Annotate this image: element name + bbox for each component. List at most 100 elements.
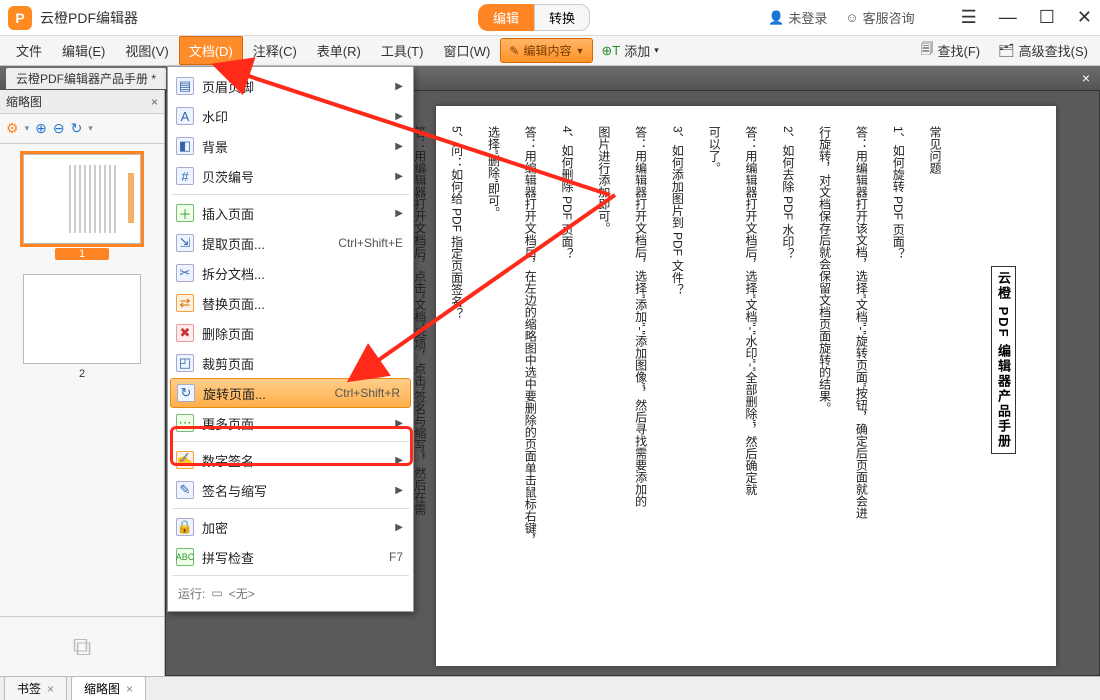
digital-sign-icon: ✍ bbox=[176, 451, 194, 469]
menu-sign-abbrev[interactable]: ✎签名与缩写▶ bbox=[168, 475, 413, 505]
user-icon: 👤 bbox=[768, 10, 784, 26]
menu-digital-sign[interactable]: ✍数字签名▶ bbox=[168, 445, 413, 475]
zoom-in-icon[interactable]: ⊕ bbox=[35, 120, 47, 137]
toolbar-right: 🗐查找(F) 🗂高级查找(S) bbox=[915, 37, 1094, 65]
more-pages-icon: ⋯ bbox=[176, 414, 194, 432]
menu-watermark[interactable]: A水印▶ bbox=[168, 101, 413, 131]
add-label: 添加 bbox=[624, 41, 650, 60]
chevron-right-icon: ▶ bbox=[395, 485, 403, 496]
login-link[interactable]: 👤未登录 bbox=[768, 8, 827, 27]
menu-extract-page[interactable]: ⇲提取页面...Ctrl+Shift+E bbox=[168, 228, 413, 258]
close-button[interactable]: ✕ bbox=[1077, 7, 1092, 28]
find-button[interactable]: 🗐查找(F) bbox=[915, 37, 987, 65]
document-tab-label: 云橙PDF编辑器产品手册 * bbox=[16, 70, 156, 87]
page-body: 常见问题 1、如何旋转 PDF 页面？ 答：用编辑器打开该文档，选择"文档"-"旋转… bbox=[466, 126, 946, 646]
menu-more-pages[interactable]: ⋯更多页面▶ bbox=[168, 408, 413, 438]
add-button[interactable]: ⊕T 添加 ▾ bbox=[593, 38, 666, 63]
shortcut: F7 bbox=[389, 550, 403, 564]
page-text-line: 4、如何删除 PDF 页面？ bbox=[555, 126, 578, 646]
page-text-line: 答：用编辑器打开文档后，选择"添加"-"添加图像"，然后寻找需要添加的 bbox=[629, 126, 652, 646]
window-buttons: ☰ — ☐ ✕ bbox=[961, 7, 1092, 28]
document-tab[interactable]: 云橙PDF编辑器产品手册 * bbox=[6, 68, 166, 89]
rotate-page-icon: ↻ bbox=[177, 384, 195, 402]
maximize-button[interactable]: ☐ bbox=[1039, 7, 1055, 28]
sign-abbrev-icon: ✎ bbox=[176, 481, 194, 499]
split-icon: ✂ bbox=[176, 264, 194, 282]
menu-run-row[interactable]: 运行:▭<无> bbox=[168, 579, 413, 607]
mode-tab-convert[interactable]: 转换 bbox=[534, 4, 590, 31]
menu-bates[interactable]: #贝茨编号▶ bbox=[168, 161, 413, 191]
app-title: 云橙PDF编辑器 bbox=[40, 8, 138, 28]
menu-header-footer[interactable]: ▤页眉页脚▶ bbox=[168, 71, 413, 101]
run-box-icon: ▭ bbox=[211, 586, 222, 600]
menu-split-doc[interactable]: ✂拆分文档... bbox=[168, 258, 413, 288]
chevron-right-icon: ▶ bbox=[395, 171, 403, 182]
adv-find-label: 高级查找(S) bbox=[1019, 41, 1088, 60]
menu-edit[interactable]: 编辑(E) bbox=[52, 36, 115, 65]
thumbnail-number: 1 bbox=[55, 248, 109, 260]
chevron-down-icon: ▾ bbox=[654, 45, 659, 56]
menu-encrypt[interactable]: 🔒加密▶ bbox=[168, 512, 413, 542]
menu-window[interactable]: 窗口(W) bbox=[433, 36, 500, 65]
chevron-right-icon: ▶ bbox=[395, 141, 403, 152]
folder-search-icon: 🗂 bbox=[998, 43, 1015, 59]
page-text-line: 答：用编辑器打开文档后，在左边的缩略图中选中要删除的页面单击鼠标右键， bbox=[518, 126, 541, 646]
bottom-tab-thumbs[interactable]: 缩略图× bbox=[71, 676, 146, 700]
chevron-right-icon: ▶ bbox=[395, 208, 403, 219]
menu-crop-page[interactable]: ◰裁剪页面 bbox=[168, 348, 413, 378]
rotate-icon[interactable]: ↻ bbox=[71, 120, 83, 137]
close-tab-icon[interactable]: × bbox=[1082, 70, 1094, 86]
menu-replace-page[interactable]: ⇄替换页面... bbox=[168, 288, 413, 318]
zoom-out-icon[interactable]: ⊖ bbox=[53, 120, 65, 137]
thumbnail-number: 2 bbox=[79, 368, 85, 380]
app-logo: P bbox=[8, 6, 32, 30]
menu-document[interactable]: 文档(D) bbox=[179, 36, 243, 65]
background-icon: ◧ bbox=[176, 137, 194, 155]
menu-tools[interactable]: 工具(T) bbox=[371, 36, 434, 65]
minimize-button[interactable]: — bbox=[999, 7, 1017, 28]
page-text-line: 答：用编辑器打开该文档，选择"文档"-"旋转页面"按钮，确定后页面就会进 bbox=[850, 126, 873, 646]
hamburger-icon[interactable]: ☰ bbox=[961, 7, 977, 28]
page-text-line: 5、问：如何给 PDF 指定页面签名？ bbox=[445, 126, 468, 646]
adv-find-button[interactable]: 🗂高级查找(S) bbox=[992, 38, 1094, 63]
edit-content-button[interactable]: ✎ 编辑内容 ▼ bbox=[500, 38, 593, 63]
support-link[interactable]: ☺客服咨询 bbox=[845, 8, 914, 27]
watermark-icon: A bbox=[176, 107, 194, 125]
run-label: 运行: bbox=[178, 585, 205, 602]
thumbnail-page-2[interactable]: 2 bbox=[22, 274, 142, 380]
document-tab-strip: 云橙PDF编辑器产品手册 * × bbox=[0, 66, 1100, 90]
mode-tab-edit[interactable]: 编辑 bbox=[478, 4, 534, 31]
support-label: 客服咨询 bbox=[863, 8, 915, 27]
crop-icon: ◰ bbox=[176, 354, 194, 372]
text-add-icon: ⊕T bbox=[601, 43, 620, 59]
close-icon[interactable]: × bbox=[47, 682, 54, 696]
document-menu-dropdown: ▤页眉页脚▶ A水印▶ ◧背景▶ #贝茨编号▶ ＋插入页面▶ ⇲提取页面...C… bbox=[167, 66, 414, 612]
bates-icon: # bbox=[176, 167, 194, 185]
title-bar: P 云橙PDF编辑器 编辑 转换 👤未登录 ☺客服咨询 ☰ — ☐ ✕ bbox=[0, 0, 1100, 36]
find-label: 查找(F) bbox=[938, 41, 981, 60]
bottom-tab-bookmarks[interactable]: 书签× bbox=[4, 676, 67, 700]
close-icon[interactable]: × bbox=[126, 682, 133, 696]
menu-annot[interactable]: 注释(C) bbox=[243, 36, 307, 65]
menu-file[interactable]: 文件 bbox=[6, 36, 52, 65]
mode-tabs: 编辑 转换 bbox=[478, 4, 590, 31]
lock-icon: 🔒 bbox=[176, 518, 194, 536]
copy-icon[interactable]: ⧉ bbox=[73, 631, 92, 663]
thumbnail-page-1[interactable]: 1 bbox=[22, 154, 142, 260]
menu-insert-page[interactable]: ＋插入页面▶ bbox=[168, 198, 413, 228]
menu-view[interactable]: 视图(V) bbox=[115, 36, 178, 65]
menu-spellcheck[interactable]: ABC拼写检查F7 bbox=[168, 542, 413, 572]
menu-delete-page[interactable]: ✖删除页面 bbox=[168, 318, 413, 348]
menu-form[interactable]: 表单(R) bbox=[307, 36, 371, 65]
thumbnail-close-icon[interactable]: × bbox=[151, 95, 158, 109]
menu-bar: 文件 编辑(E) 视图(V) 文档(D) 注释(C) 表单(R) 工具(T) 窗… bbox=[0, 36, 1100, 66]
page-text-line: 2、如何去除 PDF 水印？ bbox=[776, 126, 799, 646]
menu-background[interactable]: ◧背景▶ bbox=[168, 131, 413, 161]
page-text-line: 常见问题 bbox=[923, 126, 946, 646]
header-footer-icon: ▤ bbox=[176, 77, 194, 95]
menu-rotate-page[interactable]: ↻旋转页面...Ctrl+Shift+R bbox=[170, 378, 411, 408]
thumbnail-toolbar: ⚙▾ ⊕ ⊖ ↻▾ bbox=[0, 114, 164, 144]
page-text-line: 1、如何旋转 PDF 页面？ bbox=[886, 126, 909, 646]
gear-icon[interactable]: ⚙ bbox=[6, 120, 19, 137]
page-text-line: 选择"删除"即可。 bbox=[482, 126, 505, 646]
